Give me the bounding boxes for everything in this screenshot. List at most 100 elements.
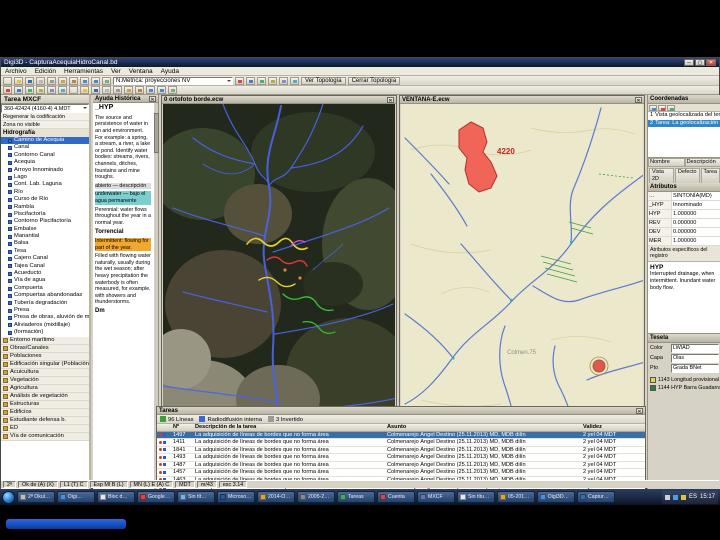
layer-tree-item[interactable]: Vía de agua [1,277,89,284]
layer-tree-item[interactable]: Cont. Lab. Laguna [1,181,89,188]
layer-tree-item[interactable]: Balsa [1,240,89,247]
col-descripcion[interactable]: Descripción [684,158,720,167]
grid-icon[interactable] [246,76,255,85]
layer-tree-item[interactable]: Tubería degradación [1,300,89,307]
category-item[interactable]: Estudiante defensa b. [1,416,89,425]
taskbar-button[interactable]: Google… [137,491,175,503]
layer-tree-item[interactable]: Contorno Canal [1,152,89,159]
attribute-row[interactable]: DEV 0.000000 [648,228,720,237]
taskbar-button[interactable]: 2014-O… [257,491,295,503]
ortho-map-canvas[interactable] [163,104,395,449]
layer-tree-item[interactable]: Compuertas abandonadas [1,292,89,299]
ver-topologia-button[interactable]: Ver Topología [301,76,346,85]
vector-map-canvas[interactable]: 4220 Colmen.75 [401,104,643,457]
print-icon[interactable] [36,76,45,85]
copy-icon[interactable] [124,86,133,94]
layer-tree-item[interactable]: Lago [1,174,89,181]
measure-icon[interactable] [279,76,288,85]
taskbar-button[interactable]: Tareas [337,491,375,503]
attribute-row[interactable]: REV 0.000000 [648,219,720,228]
layer-tree-item[interactable]: Compuerta [1,285,89,292]
cut-icon[interactable] [47,76,56,85]
task-row[interactable]: 1487 La adquisición de líneas de bordes … [157,461,645,469]
category-item[interactable]: Edificación singular (Población) y m. [1,360,89,369]
category-item[interactable]: ED [1,424,89,433]
taskbar-button[interactable]: 2005-2… [297,491,335,503]
zoom-icon[interactable] [102,76,111,85]
layer-tree-item[interactable]: Presa [1,307,89,314]
coordinates-list[interactable]: 1 Vista geolocalizada del terreno 2 Tare… [648,112,720,158]
layer-tree-item[interactable]: (formación) [1,329,89,336]
layer-tree-item[interactable]: Presa de obras, aluvión de masa [1,314,89,321]
view-tab[interactable]: Defecto [674,168,700,183]
language-indicator[interactable]: ES [689,494,697,500]
system-tray[interactable]: ES 15:17 [661,490,718,504]
close-icon[interactable]: ✕ [387,96,394,104]
taskbar-button[interactable]: Digi… [57,491,95,503]
layer-tree-item[interactable]: Tesa [1,248,89,255]
coordinate-row[interactable]: 2 Tarea: La geolocalización b [648,119,720,127]
tesela-field-value[interactable]: LWIAD [671,343,719,353]
cerrar-topologia-button[interactable]: Cerrar Topología [347,76,401,85]
menu-item[interactable]: Archivo [5,67,27,75]
layers-icon[interactable] [235,76,244,85]
paste-icon[interactable] [135,86,144,94]
clock[interactable]: 15:17 [700,494,715,500]
category-item[interactable]: Estructuras [1,400,89,409]
volume-icon[interactable] [680,494,686,500]
layer-tree-item[interactable]: Manantial [1,233,89,240]
menu-item[interactable]: Herramientas [64,67,103,75]
redo-icon[interactable] [157,86,166,94]
task-row[interactable]: 1457 La adquisición de líneas de bordes … [157,469,645,477]
attribute-row[interactable]: HYP 1.000000 [648,210,720,219]
paste-icon[interactable] [69,76,78,85]
taskbar-button[interactable]: Sin tít… [177,491,215,503]
save-icon[interactable] [91,86,100,94]
close-icon[interactable]: ✕ [706,59,716,66]
zoom-icon[interactable] [168,86,177,94]
coordinate-row[interactable]: 1 Vista geolocalizada del terreno [648,112,720,120]
category-item[interactable]: Análisis de vegetación [1,392,89,401]
undo-icon[interactable] [80,76,89,85]
taskbar-button[interactable]: Sin títu… [457,491,495,503]
menu-item[interactable]: Ver [111,67,121,75]
category-item[interactable]: Acuicultura [1,368,89,377]
snap-icon[interactable] [25,86,34,94]
taskbar-button[interactable]: Bloc d… [97,491,135,503]
layer-tree-item[interactable]: Acequia [1,159,89,166]
snap-icon[interactable] [257,76,266,85]
category-item[interactable]: Agricultura [1,384,89,393]
projection-combo[interactable]: N.Métrica: proyecciones NV [113,76,233,85]
ortho-icon[interactable] [36,86,45,94]
layer-tree-item[interactable]: Arroyo Innominado [1,167,89,174]
layer-tree-item[interactable]: Contorno Piscifactoría [1,218,89,225]
print-icon[interactable] [102,86,111,94]
redo-icon[interactable] [91,76,100,85]
layer-tree-item[interactable]: Curso de Río [1,196,89,203]
layer-tree-item[interactable]: Cajero Canal [1,255,89,262]
view-tab[interactable]: Vista 2D [649,168,674,183]
category-item[interactable]: Edificios [1,408,89,417]
layer-tree-item[interactable]: Aliviaderos (mixtillaje) [1,322,89,329]
copy-icon[interactable] [58,76,67,85]
info-icon[interactable] [58,86,67,94]
menu-item[interactable]: Ayuda [161,67,179,75]
taskbar-button[interactable]: Microso… [217,491,255,503]
delete-point-icon[interactable] [658,105,666,111]
attribute-row[interactable]: … SINTONÍA(MD) [648,192,720,201]
new-icon[interactable] [3,76,12,85]
task-row[interactable]: 1411 La adquisición de líneas de bordes … [157,439,645,447]
tree-group-hidrografia[interactable]: Hidrografía [1,129,89,137]
window-titlebar[interactable]: Digi3D - CapturaAcequiaHidroCanal.bd ─ ▢… [1,58,719,67]
tray-icon[interactable] [664,494,670,500]
measure-icon[interactable] [47,86,56,94]
panel-action[interactable]: Regenerar la codificación [1,113,89,121]
refresh-icon[interactable] [667,105,675,111]
category-item[interactable]: Entorno marítimo [1,336,89,345]
open-icon[interactable] [14,76,23,85]
close-icon[interactable]: ✕ [149,95,156,103]
close-icon[interactable]: ✕ [636,407,643,415]
layer-tree-item[interactable]: Rambla [1,204,89,211]
category-item[interactable]: Obras/Canales [1,344,89,353]
start-button[interactable] [2,490,15,504]
